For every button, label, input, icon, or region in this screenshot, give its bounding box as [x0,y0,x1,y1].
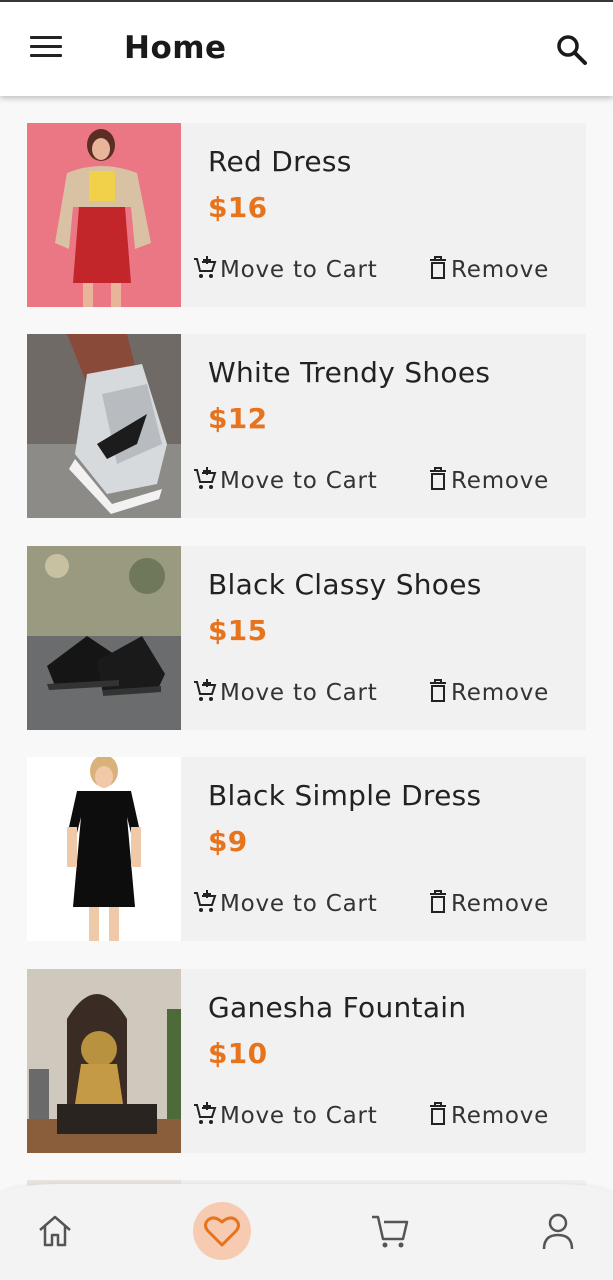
white-shoes-photo [27,334,181,518]
add-cart-icon [192,678,218,708]
list-item[interactable]: Ganesha Fountain $10 Move to Cart Remove [27,969,586,1153]
remove-button[interactable]: Remove [427,466,549,496]
bottom-nav [0,1184,613,1280]
item-name: White Trendy Shoes [208,356,491,389]
move-to-cart-label: Move to Cart [220,257,378,283]
list-item[interactable]: White Trendy Shoes $12 Move to Cart Remo… [27,334,586,518]
remove-label: Remove [451,257,550,283]
list-item[interactable]: Black Classy Shoes $15 Move to Cart Remo… [27,546,586,730]
remove-button[interactable]: Remove [427,255,549,285]
move-to-cart-button[interactable]: Move to Cart [192,889,378,919]
move-to-cart-button[interactable]: Move to Cart [192,1101,378,1131]
trash-icon [427,466,449,496]
remove-label: Remove [451,468,550,494]
add-cart-icon [192,255,218,285]
add-cart-icon [192,1101,218,1131]
hamburger-menu-icon[interactable] [30,36,64,62]
remove-label: Remove [451,680,550,706]
trash-icon [427,1101,449,1131]
remove-label: Remove [451,891,550,917]
search-icon[interactable] [554,32,590,68]
trash-icon [427,255,449,285]
move-to-cart-label: Move to Cart [220,891,378,917]
item-name: Black Simple Dress [208,779,482,812]
item-name: Black Classy Shoes [208,568,482,601]
black-dress-photo [27,757,181,941]
red-dress-photo [27,123,181,307]
item-price: $15 [208,614,268,647]
trash-icon [427,889,449,919]
remove-button[interactable]: Remove [427,678,549,708]
list-item[interactable]: Red Dress $16 Move to Cart Remove [27,123,586,307]
move-to-cart-label: Move to Cart [220,680,378,706]
item-price: $12 [208,402,268,435]
item-price: $9 [208,825,248,858]
cart-icon[interactable] [361,1202,419,1260]
add-cart-icon [192,466,218,496]
item-price: $10 [208,1037,268,1070]
add-cart-icon [192,889,218,919]
remove-label: Remove [451,1103,550,1129]
item-name: Red Dress [208,145,352,178]
move-to-cart-label: Move to Cart [220,1103,378,1129]
heart-icon[interactable] [193,1202,251,1260]
trash-icon [427,678,449,708]
profile-icon[interactable] [529,1202,587,1260]
home-icon[interactable] [26,1202,84,1260]
move-to-cart-button[interactable]: Move to Cart [192,678,378,708]
move-to-cart-button[interactable]: Move to Cart [192,255,378,285]
move-to-cart-button[interactable]: Move to Cart [192,466,378,496]
item-price: $16 [208,191,268,224]
app-bar: Home [0,2,613,96]
item-name: Ganesha Fountain [208,991,467,1024]
page-title: Home [124,30,227,66]
remove-button[interactable]: Remove [427,889,549,919]
remove-button[interactable]: Remove [427,1101,549,1131]
ganesha-fountain-photo [27,969,181,1153]
black-shoes-photo [27,546,181,730]
move-to-cart-label: Move to Cart [220,468,378,494]
list-item[interactable]: Black Simple Dress $9 Move to Cart Remov… [27,757,586,941]
